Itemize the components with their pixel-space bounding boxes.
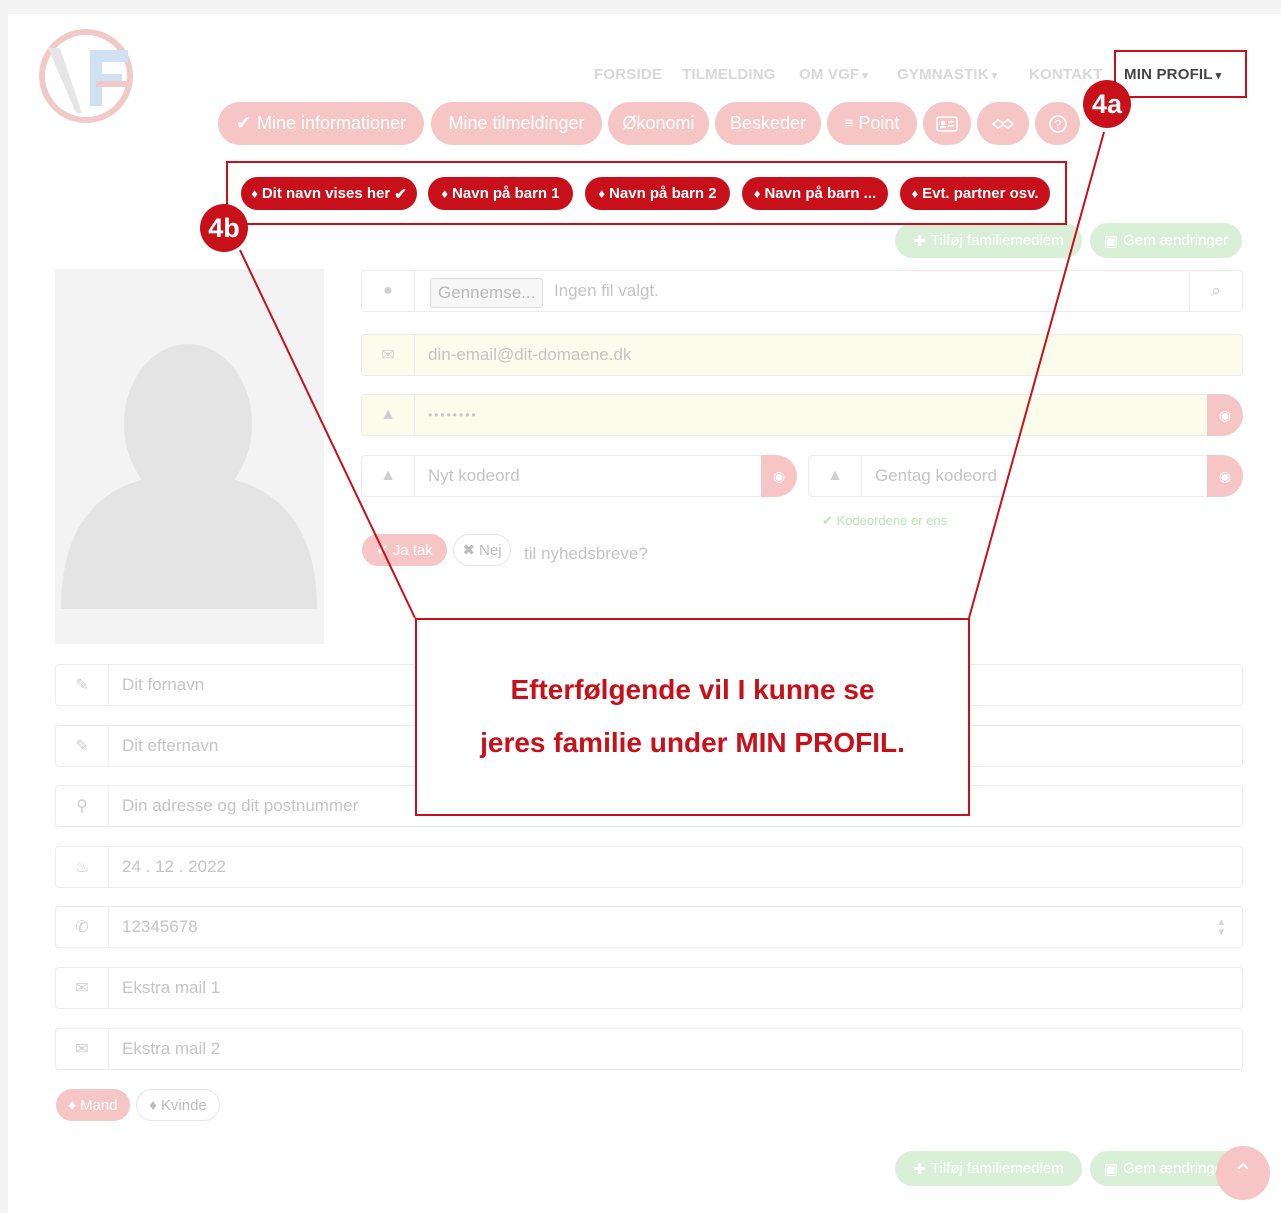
callout-line-1: Efterfølgende vil I kunne se — [510, 674, 875, 705]
annotation-callout: Efterfølgende vil I kunne se jeres famil… — [415, 618, 970, 816]
annotation-badge-4a: 4a — [1083, 80, 1131, 128]
annotation-line-4b — [239, 249, 416, 619]
annotation-box-min-profil — [1114, 50, 1247, 98]
annotation-badge-4b: 4b — [200, 204, 248, 252]
annotation-box-family-members — [226, 161, 1067, 225]
callout-line-2: jeres familie under MIN PROFIL. — [480, 727, 905, 758]
